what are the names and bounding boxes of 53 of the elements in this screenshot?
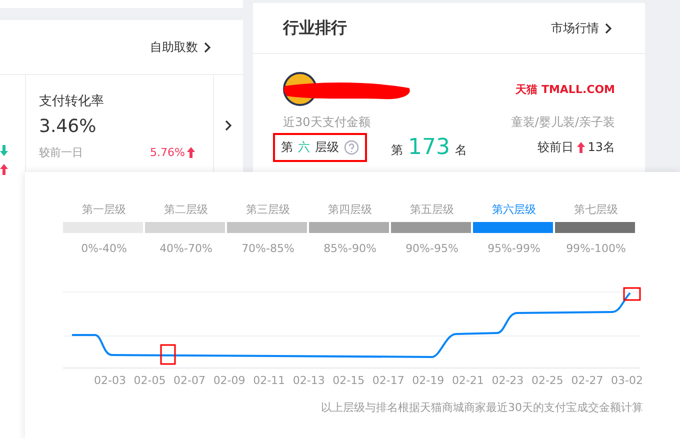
rank-suffix: 名 bbox=[455, 142, 467, 159]
axis-label: 02-27 bbox=[571, 374, 604, 387]
tier-prefix: 第 bbox=[281, 139, 293, 156]
axis-label: 02-15 bbox=[332, 374, 365, 387]
comparison-label: 较前一日 bbox=[39, 144, 83, 160]
axis-label: 02-07 bbox=[174, 374, 206, 387]
tier-suffix: 层级 bbox=[315, 139, 339, 156]
tier-range: 90%-95% bbox=[406, 242, 458, 255]
comparison-value: 5.76% bbox=[150, 146, 185, 158]
axis-label: 02-23 bbox=[492, 374, 524, 387]
tier-label: 第二层级 bbox=[164, 202, 208, 218]
card-title: 行业排行 bbox=[283, 18, 347, 38]
market-link[interactable]: 市场行情 bbox=[551, 20, 612, 36]
axis-label: 02-03 bbox=[94, 374, 126, 387]
tier-label: 第六层级 bbox=[492, 202, 536, 218]
axis-label: 02-17 bbox=[372, 374, 404, 387]
axis-label: 02-11 bbox=[253, 374, 286, 387]
axis-label: 02-09 bbox=[213, 374, 246, 387]
metric-value: 3.46% bbox=[39, 116, 98, 137]
platform-logo: 天猫 TMALL.COM bbox=[516, 82, 615, 96]
axis-label: 02-21 bbox=[452, 374, 484, 387]
self-service-link[interactable]: 自助取数 bbox=[150, 38, 211, 56]
chevron-right-icon bbox=[204, 42, 211, 52]
metric-label: 近30天支付金额 bbox=[283, 114, 370, 131]
tier-range: 70%-85% bbox=[242, 242, 294, 255]
tier-range: 40%-70% bbox=[160, 242, 212, 255]
change-label: 较前日 bbox=[538, 139, 574, 156]
metric-title: 支付转化率 bbox=[39, 93, 105, 110]
tier-range: 85%-90% bbox=[324, 242, 376, 255]
tier-label: 第一层级 bbox=[82, 202, 126, 218]
tier-range: 95%-99% bbox=[488, 242, 540, 255]
help-icon[interactable] bbox=[344, 140, 359, 155]
tier-label: 第五层级 bbox=[410, 202, 454, 218]
highlight-box bbox=[623, 287, 641, 301]
axis-label: 02-25 bbox=[531, 374, 564, 387]
tier-range: 0%-40% bbox=[81, 242, 127, 255]
tier-range: 99%-100% bbox=[566, 242, 626, 255]
category-label: 童装/婴儿装/亲子装 bbox=[510, 114, 615, 131]
change-value: 13名 bbox=[588, 139, 615, 156]
chevron-right-icon bbox=[225, 120, 232, 130]
tier-label: 第四层级 bbox=[328, 202, 372, 218]
tier-label: 第七层级 bbox=[574, 202, 618, 218]
axis-label: 02-19 bbox=[412, 374, 444, 387]
axis-label: 02-13 bbox=[292, 374, 325, 387]
tier-value: 六 bbox=[298, 139, 310, 156]
rank-prefix: 第 bbox=[391, 142, 403, 159]
footnote: 以上层级与排名根据天猫商城商家最近30天的支付宝成交金额计算 bbox=[321, 400, 643, 415]
highlight-box bbox=[160, 344, 176, 365]
tier-label: 第三层级 bbox=[246, 202, 290, 218]
rank-value: 173 bbox=[408, 135, 450, 160]
axis-label: 03-02 bbox=[611, 374, 643, 387]
chevron-right-icon bbox=[605, 22, 612, 34]
axis-label: 02-05 bbox=[134, 374, 166, 387]
